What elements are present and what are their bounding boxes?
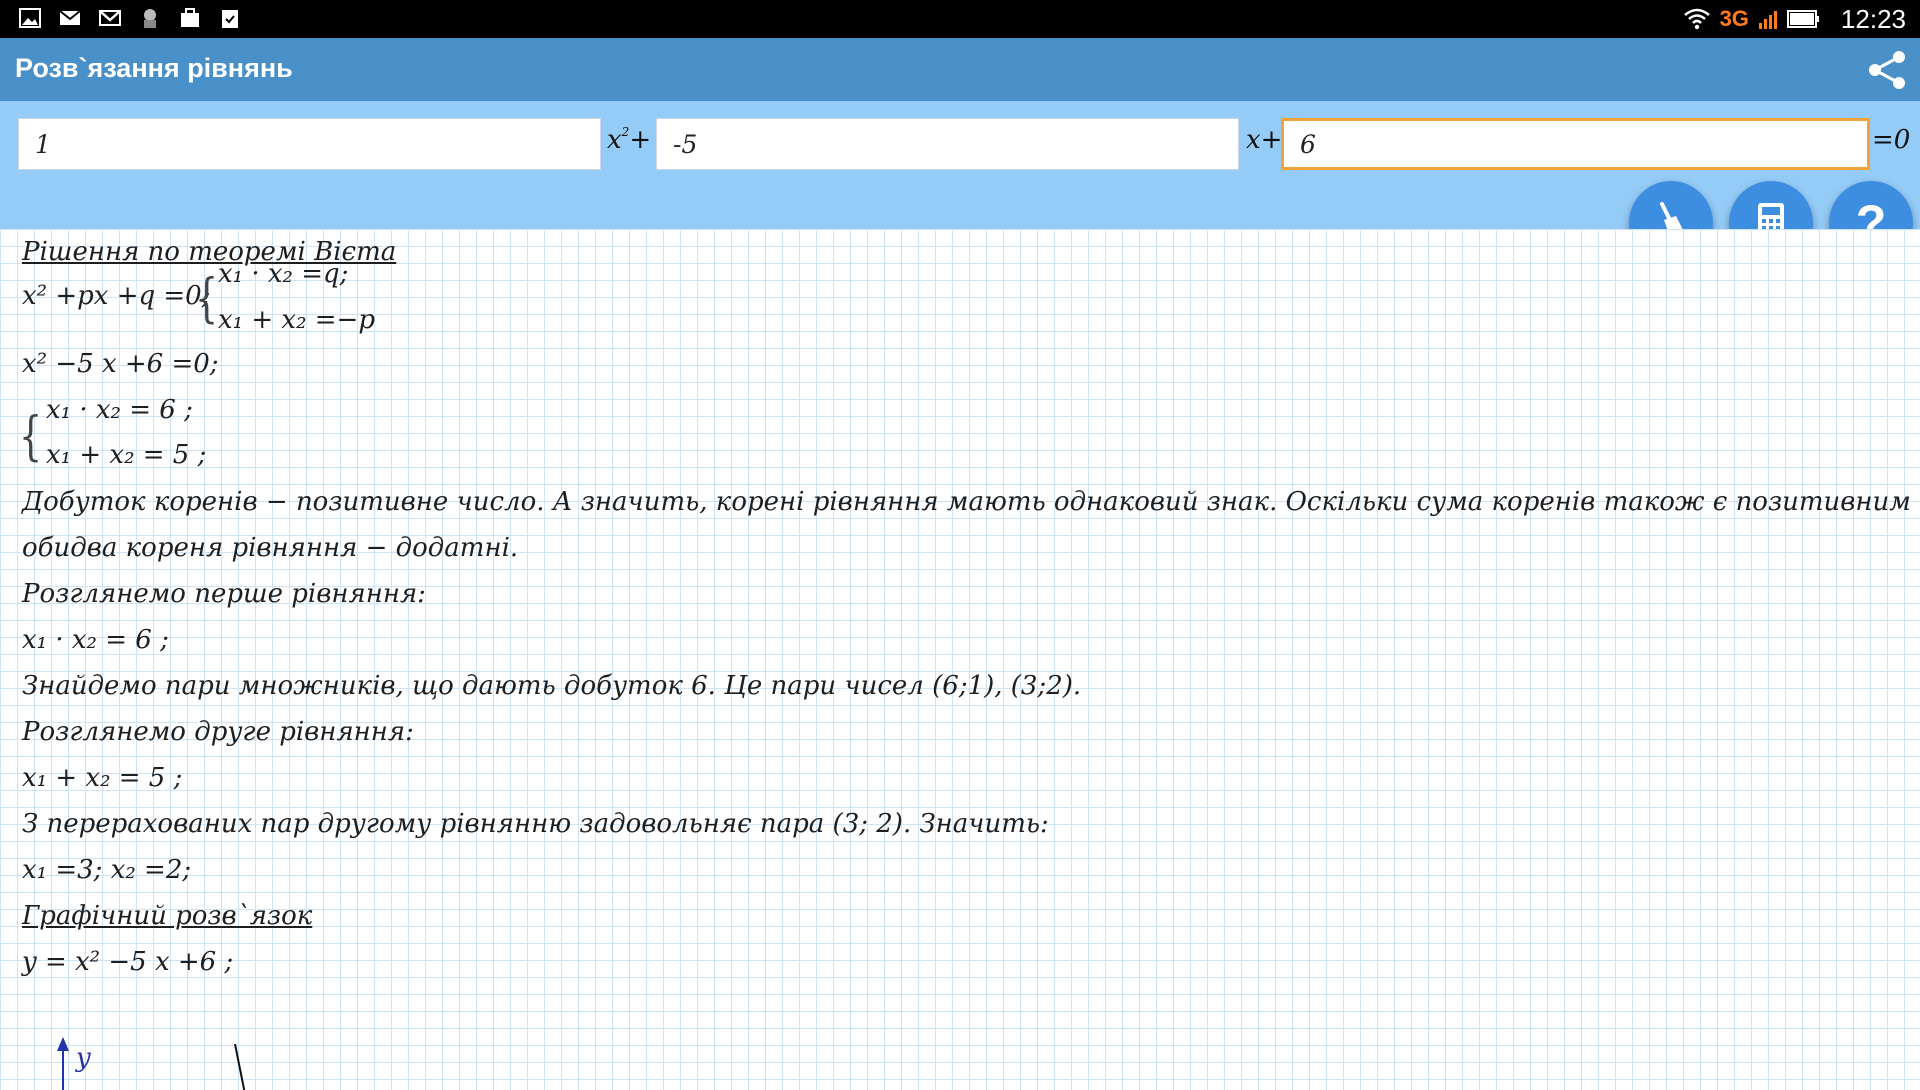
notification-icons (18, 6, 242, 30)
general-system-brace: { (194, 269, 219, 329)
status-bar: 3G 12:23 (0, 0, 1920, 38)
graph-y-axis-label: y (76, 1043, 91, 1073)
explanation-line-1: Добуток коренів − позитивне число. А зна… (22, 487, 1920, 517)
roots-result: x₁ =3; x₂ =2; (22, 855, 192, 885)
graph-function: y = x² −5 x +6 ; (22, 947, 234, 977)
graph-y-axis (57, 1037, 69, 1090)
clipboard-check-icon (222, 10, 238, 28)
pair-selection-text: З перерахованих пар другому рівнянню зад… (22, 809, 1049, 839)
solution-area: Рішення по теоремі Вієта x² +px +q =0; {… (0, 229, 1920, 1090)
general-system-line-1: x₁ · x₂ =q; (218, 259, 349, 289)
specific-system-line-1: x₁ · x₂ = 6 ; (46, 395, 193, 425)
clock: 12:23 (1840, 3, 1906, 34)
graph-heading: Графічний розв`язок (22, 901, 313, 931)
second-equation-intro: Розглянемо друге рівняння: (22, 717, 414, 747)
x-label: x+ (1246, 125, 1283, 155)
coefficient-a-input[interactable] (18, 118, 601, 170)
specific-system-line-2: x₁ + x₂ = 5 ; (46, 440, 207, 470)
product-equation: x₁ · x₂ = 6 ; (22, 625, 169, 655)
factor-pairs-text: Знайдемо пари множників, що дають добуто… (22, 671, 1082, 701)
explanation-line-2: обидва кореня рівняння − додатні. (22, 533, 519, 563)
general-system-line-2: x₁ + x₂ =−p (218, 305, 375, 335)
equation-input-panel: x2+ x+ =0 ? (0, 101, 1920, 265)
network-type: 3G (1719, 6, 1749, 31)
app-title: Розв`язання рівнянь (15, 53, 293, 83)
first-equation-intro: Розглянемо перше рівняння: (22, 579, 426, 609)
general-equation: x² +px +q =0; (22, 281, 211, 311)
signal-icon (1758, 11, 1777, 29)
gmail-icon (99, 10, 121, 26)
wifi-icon (1683, 8, 1710, 30)
equals-zero-label: =0 (1872, 125, 1911, 155)
app-notification-icon (144, 9, 156, 28)
parabola-curve (234, 1044, 246, 1090)
specific-system-brace: { (18, 407, 43, 467)
x-squared-label: x2+ (607, 125, 652, 155)
specific-equation: x² −5 x +6 =0; (22, 349, 219, 379)
sum-equation: x₁ + x₂ = 5 ; (22, 763, 183, 793)
gallery-icon (19, 8, 41, 28)
bag-icon (181, 8, 199, 27)
coefficient-b-input[interactable] (656, 118, 1239, 170)
battery-icon (1786, 10, 1819, 28)
app-bar: Розв`язання рівнянь (0, 38, 1920, 101)
share-icon[interactable] (1866, 49, 1908, 91)
mail-icon (59, 10, 81, 25)
coefficient-c-input[interactable] (1281, 118, 1870, 170)
